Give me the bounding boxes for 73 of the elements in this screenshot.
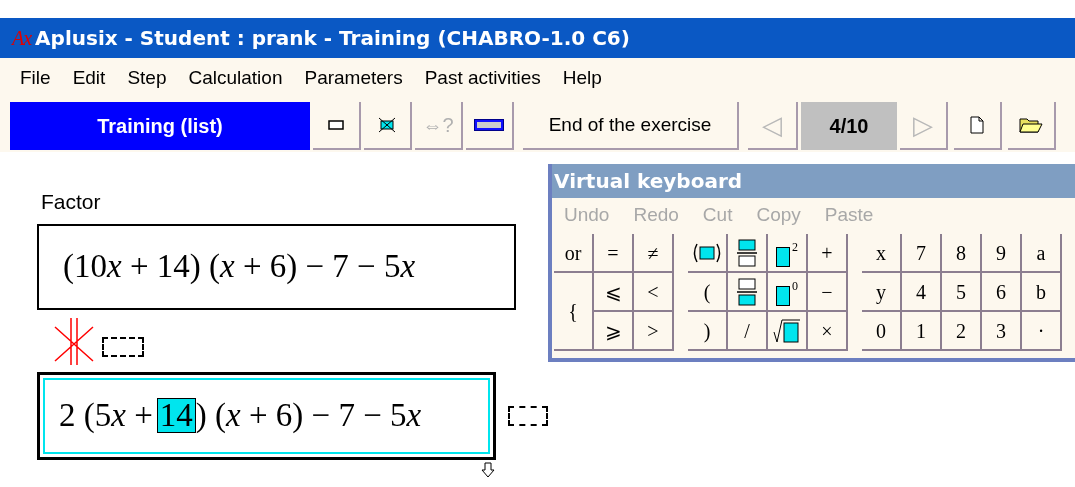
selected-term: 14 [156,398,196,433]
fraction-key[interactable] [728,234,768,273]
keyboard-key[interactable]: 4 [902,273,942,312]
fraction-icon [736,238,758,267]
square-root-icon [773,317,801,344]
keyboard-key[interactable]: { [554,273,594,351]
exercise-counter: 4/10 [801,102,897,150]
square-root-key[interactable] [768,312,808,351]
keyboard-key[interactable]: 7 [902,234,942,273]
empty-placeholder-icon [507,405,548,426]
keyboard-key[interactable]: ( [688,273,728,312]
power-key[interactable]: 2 [768,234,808,273]
keyboard-key[interactable]: < [634,273,674,312]
open-file-button[interactable] [1008,102,1056,150]
given-expression: (10x + 14) (x + 6) − 7 − 5x [63,246,416,286]
keyboard-key[interactable]: 6 [982,273,1022,312]
answer-field[interactable]: 2 (5x + 14) (x + 6) − 7 − 5x [37,371,496,460]
keyboard-key[interactable]: ) [688,312,728,351]
menu-item[interactable]: Past activities [424,63,541,93]
keyboard-key[interactable]: a [1022,234,1062,273]
menu-item[interactable]: File [20,63,51,93]
keyboard-key[interactable]: 1 [902,312,942,351]
keyboard-key[interactable]: b [1022,273,1062,312]
keyboard-key[interactable]: ≠ [634,234,674,273]
instruction: Factor [41,189,102,215]
keyboard-key[interactable]: 5 [942,273,982,312]
keyboard-key[interactable]: × [808,312,848,351]
answer-expression: 2 (5x + [59,395,153,435]
keyboard-key[interactable]: y [862,273,902,312]
document-icon [970,116,984,134]
toolbar-button[interactable] [466,102,514,150]
new-file-button[interactable] [954,102,1002,150]
keyboard-key[interactable]: 2 [942,312,982,351]
keyboard-key[interactable]: x [862,234,902,273]
power-key[interactable]: 0 [768,273,808,312]
keyboard-key[interactable]: ⩾ [594,312,634,351]
menu-item[interactable]: Calculation [188,63,283,93]
window-title: Aplusix - Student : prank - Training (CHABRO-1.0 C6) [35,25,630,52]
menu-item[interactable]: Step [127,63,167,93]
box-icon [776,246,790,267]
answer-expression: ) (x + 6) − 7 − 5x [195,395,422,435]
keyboard-key[interactable]: 0 [862,312,902,351]
keyboard-key[interactable]: > [634,312,674,351]
parenthesized-box-icon [692,241,722,264]
keyboard-key[interactable]: or [554,234,594,273]
menu-item[interactable]: Parameters [304,63,403,93]
keyboard-key[interactable]: 9 [982,234,1022,273]
crossed-box-icon [378,117,396,133]
keyboard-key[interactable]: − [808,273,848,312]
box-icon [776,285,790,306]
keyboard-key[interactable]: 8 [942,234,982,273]
app-logo: Ax [12,26,32,51]
empty-placeholder-icon [102,336,144,357]
keyboard-key[interactable]: · [1022,312,1062,351]
menu-item[interactable]: Help [562,63,602,93]
exponent: 0 [792,278,798,295]
menu-item[interactable]: Edit [72,63,106,93]
keyboard-key[interactable]: 3 [982,312,1022,351]
keyboard-key[interactable]: + [808,234,848,273]
keyboard-key[interactable]: ⩽ [594,273,634,312]
keyboard-key[interactable]: / [728,312,768,351]
folder-icon [1019,116,1043,134]
rectangle-icon [328,120,344,130]
toolbar-button[interactable] [313,102,361,150]
fraction-icon [736,277,758,306]
mode-label: Training (list) [10,102,310,150]
window-title: Virtual keyboard [554,168,743,195]
end-exercise-button[interactable]: End of the exercise [523,102,739,150]
exponent: 2 [792,239,798,256]
keyboard-key[interactable]: = [594,234,634,273]
down-arrow-icon [481,461,495,478]
fraction-key[interactable] [728,273,768,312]
keyboard-icon [474,119,504,131]
